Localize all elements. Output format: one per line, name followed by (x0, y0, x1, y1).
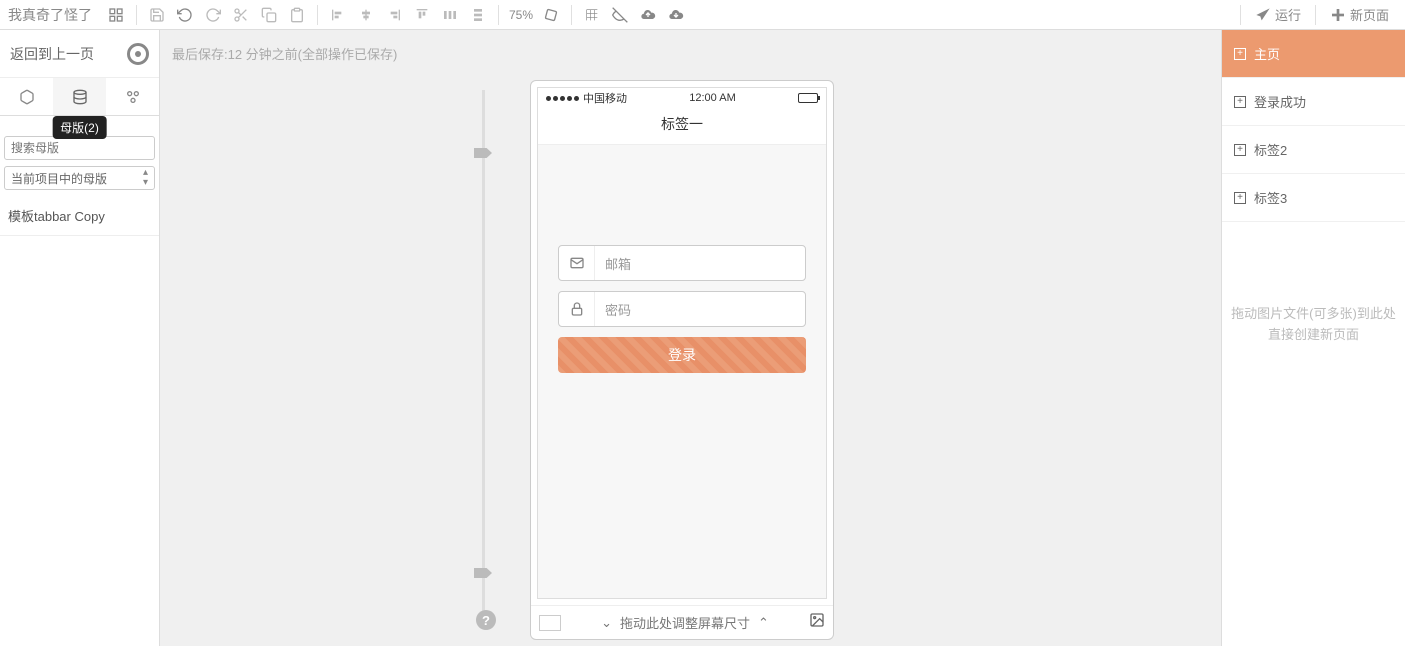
run-label: 运行 (1275, 5, 1301, 24)
expand-icon[interactable]: + (1234, 48, 1246, 60)
expand-icon[interactable]: + (1234, 192, 1246, 204)
ruler-handle-bottom[interactable] (474, 568, 492, 578)
battery-icon (798, 93, 818, 103)
screen-size-box[interactable] (539, 615, 561, 631)
run-button[interactable]: 运行 (1247, 5, 1309, 24)
email-field[interactable]: 邮箱 (558, 245, 806, 281)
cut-icon[interactable] (227, 1, 255, 29)
master-scope-select[interactable]: 当前项目中的母版 ▴▾ (4, 166, 155, 190)
image-icon[interactable] (809, 612, 825, 633)
mail-icon (559, 246, 595, 280)
password-field[interactable]: 密码 (558, 291, 806, 327)
left-panel-tabs: 母版(2) (0, 78, 159, 116)
zoom-level[interactable]: 75% (509, 8, 533, 22)
left-panel: 返回到上一页 母版(2) 当前项目中的母版 ▴▾ 模板tabbar Copy (0, 30, 160, 646)
masters-tab[interactable] (53, 78, 106, 115)
select-label: 当前项目中的母版 (11, 170, 107, 187)
page-item-tab3[interactable]: + 标签3 (1222, 174, 1405, 222)
login-button[interactable]: 登录 (558, 337, 806, 373)
target-icon[interactable] (127, 43, 149, 65)
grid-icon[interactable] (578, 1, 606, 29)
page-label: 登录成功 (1254, 92, 1306, 111)
pages-panel: + 主页 + 登录成功 + 标签2 + 标签3 拖动图片文件(可多张)到此处 直… (1221, 30, 1405, 646)
grid-toggle-icon[interactable] (102, 1, 130, 29)
carrier-label: 中国移动 (583, 90, 627, 106)
modules-tab[interactable] (106, 78, 159, 115)
chevron-down-icon: ⌄ (601, 615, 612, 631)
page-item-tab2[interactable]: + 标签2 (1222, 126, 1405, 174)
signal-icon (546, 96, 579, 101)
top-toolbar: 我真奇了怪了 75% 运行 新页面 (0, 0, 1405, 30)
page-label: 标签2 (1254, 140, 1287, 159)
login-button-label: 登录 (668, 345, 696, 365)
login-form: 邮箱 密码 登录 (538, 145, 826, 373)
expand-icon[interactable]: + (1234, 96, 1246, 108)
search-masters-input[interactable] (4, 136, 155, 160)
page-item-login-success[interactable]: + 登录成功 (1222, 78, 1405, 126)
device-screen[interactable]: 中国移动 12:00 AM 标签一 邮箱 (537, 87, 827, 599)
time-label: 12:00 AM (689, 92, 735, 104)
resize-hint[interactable]: ⌄ 拖动此处调整屏幕尺寸 ⌃ (571, 613, 799, 632)
separator (571, 5, 572, 25)
page-item-home[interactable]: + 主页 (1222, 30, 1405, 78)
tab-tooltip: 母版(2) (52, 116, 107, 139)
back-link[interactable]: 返回到上一页 (10, 44, 94, 64)
help-icon[interactable]: ? (476, 610, 496, 630)
password-placeholder: 密码 (595, 300, 631, 319)
copy-icon[interactable] (255, 1, 283, 29)
vertical-ruler[interactable] (482, 90, 485, 620)
align-left-icon[interactable] (324, 1, 352, 29)
align-top-icon[interactable] (408, 1, 436, 29)
separator (317, 5, 318, 25)
separator (498, 5, 499, 25)
rotate-icon[interactable] (537, 1, 565, 29)
canvas-area[interactable]: 最后保存:12 分钟之前(全部操作已保存) 中国移动 12:00 AM 标签一 (160, 30, 1221, 646)
new-page-label: 新页面 (1350, 5, 1389, 24)
chevron-updown-icon: ▴▾ (143, 168, 148, 188)
redo-icon[interactable] (199, 1, 227, 29)
page-label: 标签3 (1254, 188, 1287, 207)
chevron-up-icon: ⌃ (758, 615, 769, 631)
drop-hint: 拖动图片文件(可多张)到此处 直接创建新页面 (1222, 304, 1405, 346)
expand-icon[interactable]: + (1234, 144, 1246, 156)
cloud-download-icon[interactable] (662, 1, 690, 29)
components-tab[interactable] (0, 78, 53, 115)
ruler-handle-top[interactable] (474, 148, 492, 158)
save-status: 最后保存:12 分钟之前(全部操作已保存) (172, 44, 397, 63)
visibility-icon[interactable] (606, 1, 634, 29)
cloud-upload-icon[interactable] (634, 1, 662, 29)
paste-icon[interactable] (283, 1, 311, 29)
device-frame: 中国移动 12:00 AM 标签一 邮箱 (530, 80, 834, 640)
nav-title: 标签一 (538, 108, 826, 145)
master-list-item[interactable]: 模板tabbar Copy (0, 196, 159, 236)
device-footer: ⌄ 拖动此处调整屏幕尺寸 ⌃ (531, 605, 833, 639)
save-icon[interactable] (143, 1, 171, 29)
distribute-v-icon[interactable] (464, 1, 492, 29)
email-placeholder: 邮箱 (595, 254, 631, 273)
undo-icon[interactable] (171, 1, 199, 29)
page-label: 主页 (1254, 44, 1280, 63)
project-title: 我真奇了怪了 (8, 5, 92, 25)
new-page-button[interactable]: 新页面 (1322, 5, 1397, 24)
separator (136, 5, 137, 25)
align-center-icon[interactable] (352, 1, 380, 29)
distribute-h-icon[interactable] (436, 1, 464, 29)
separator (1315, 5, 1316, 25)
status-bar: 中国移动 12:00 AM (538, 88, 826, 108)
separator (1240, 5, 1241, 25)
align-right-icon[interactable] (380, 1, 408, 29)
lock-icon (559, 292, 595, 326)
